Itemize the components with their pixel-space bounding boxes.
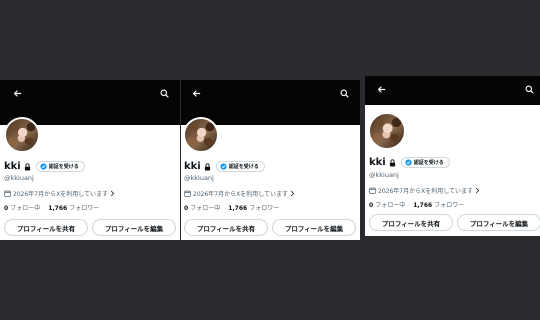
following-count: 0 — [4, 205, 9, 212]
user-handle: @kkiuanj — [184, 174, 214, 182]
chevron-right-icon — [476, 187, 480, 194]
following-label: フォロー中 — [10, 205, 41, 212]
user-handle: @kkiuanj — [4, 174, 34, 182]
edit-profile-button[interactable]: プロフィールを編集 — [457, 214, 540, 231]
followers-label: フォロワー — [249, 205, 280, 212]
join-date-text: 2026年7月からXを利用しています — [193, 191, 289, 198]
followers-link[interactable]: 1,766 フォロワー — [48, 203, 99, 212]
edit-profile-button[interactable]: プロフィールを編集 — [272, 219, 356, 236]
lock-icon — [204, 162, 211, 171]
join-date-text: 2026年7月からXを利用しています — [13, 191, 109, 198]
lock-icon — [389, 158, 396, 167]
back-arrow-icon[interactable] — [374, 82, 388, 96]
display-name: kki — [4, 161, 21, 172]
followers-count: 1,766 — [48, 205, 68, 212]
get-verified-label: 認証を受ける — [48, 164, 79, 170]
get-verified-button[interactable]: 認証を受ける — [35, 161, 85, 172]
search-icon[interactable] — [522, 82, 536, 96]
join-date-row[interactable]: 2026年7月からXを利用しています — [184, 189, 295, 198]
display-name: kki — [369, 157, 386, 168]
followers-link[interactable]: 1,766 フォロワー — [413, 200, 464, 209]
share-profile-button[interactable]: プロフィールを共有 — [184, 219, 268, 236]
search-icon[interactable] — [157, 86, 171, 100]
verified-badge-icon — [40, 163, 47, 170]
profile-panel-1: kki 認証を受ける @kkiuanj 2026年7月からXを利用しています 0… — [0, 80, 180, 240]
followers-label: フォロワー — [69, 205, 100, 212]
calendar-icon — [369, 187, 376, 194]
verified-badge-icon — [220, 163, 227, 170]
get-verified-label: 認証を受ける — [228, 164, 259, 170]
get-verified-button[interactable]: 認証を受ける — [215, 161, 265, 172]
profile-banner — [365, 76, 540, 105]
following-link[interactable]: 0 フォロー中 — [184, 203, 220, 212]
verified-badge-icon — [405, 159, 412, 166]
following-link[interactable]: 0 フォロー中 — [369, 200, 405, 209]
following-count: 0 — [369, 202, 374, 209]
profile-panel-3: kki 認証を受ける @kkiuanj 2026年7月からXを利用しています 0… — [365, 76, 540, 236]
search-icon[interactable] — [337, 86, 351, 100]
share-profile-button[interactable]: プロフィールを共有 — [369, 214, 453, 231]
following-count: 0 — [184, 205, 189, 212]
calendar-icon — [184, 190, 191, 197]
join-date-text: 2026年7月からXを利用しています — [378, 188, 474, 195]
back-arrow-icon[interactable] — [10, 86, 24, 100]
display-name: kki — [184, 161, 201, 172]
user-handle: @kkiuanj — [369, 171, 399, 179]
following-label: フォロー中 — [190, 205, 221, 212]
calendar-icon — [4, 190, 11, 197]
followers-count: 1,766 — [228, 205, 248, 212]
chevron-right-icon — [111, 190, 115, 197]
followers-count: 1,766 — [413, 202, 433, 209]
profile-panel-2: kki 認証を受ける @kkiuanj 2026年7月からXを利用しています 0… — [181, 80, 360, 240]
share-profile-button[interactable]: プロフィールを共有 — [4, 219, 88, 236]
edit-profile-button[interactable]: プロフィールを編集 — [92, 219, 176, 236]
join-date-row[interactable]: 2026年7月からXを利用しています — [369, 186, 480, 195]
following-link[interactable]: 0 フォロー中 — [4, 203, 40, 212]
back-arrow-icon[interactable] — [189, 86, 203, 100]
join-date-row[interactable]: 2026年7月からXを利用しています — [4, 189, 115, 198]
followers-link[interactable]: 1,766 フォロワー — [228, 203, 279, 212]
get-verified-button[interactable]: 認証を受ける — [400, 157, 450, 168]
avatar[interactable] — [4, 117, 40, 153]
get-verified-label: 認証を受ける — [413, 160, 444, 166]
followers-label: フォロワー — [434, 202, 465, 209]
avatar[interactable] — [183, 117, 219, 153]
avatar[interactable] — [368, 112, 406, 150]
following-label: フォロー中 — [375, 202, 406, 209]
chevron-right-icon — [291, 190, 295, 197]
lock-icon — [24, 162, 31, 171]
